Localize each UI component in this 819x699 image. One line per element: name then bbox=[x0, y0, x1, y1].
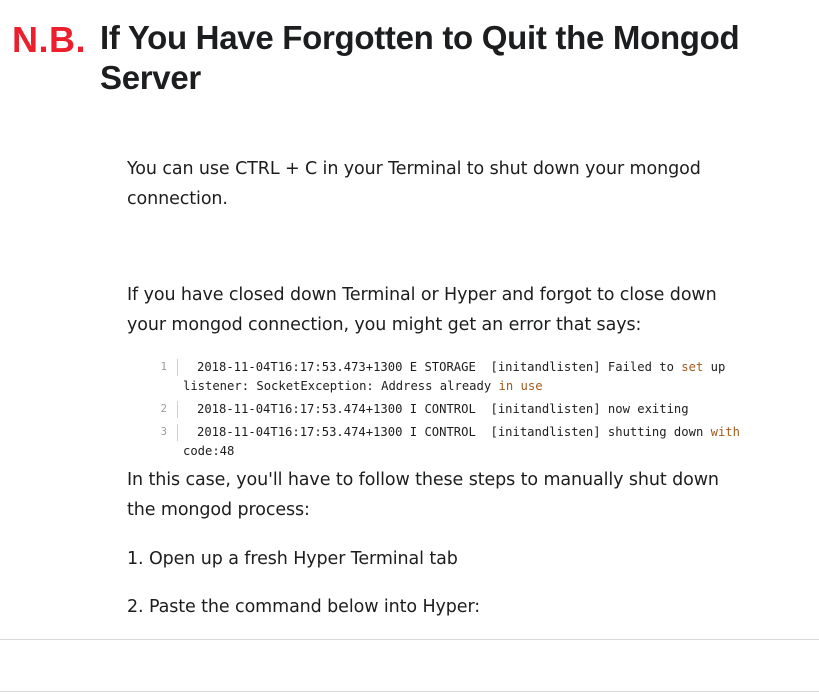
line-gutter-bar bbox=[177, 359, 178, 376]
line-number: 3 bbox=[160, 426, 167, 438]
line-number: 2 bbox=[160, 403, 167, 415]
code-block: 1 2018-11-04T16:17:53.473+1300 E STORAGE… bbox=[155, 358, 745, 465]
code-keyword: with bbox=[710, 425, 740, 439]
code-line: 1 2018-11-04T16:17:53.473+1300 E STORAGE… bbox=[155, 358, 745, 396]
nb-badge: N.B. bbox=[12, 19, 86, 60]
code-line: 2 2018-11-04T16:17:53.474+1300 I CONTROL… bbox=[155, 400, 745, 419]
code-segment: 2018-11-04T16:17:53.473+1300 E STORAGE [… bbox=[197, 360, 682, 374]
paragraph-manual-steps: In this case, you'll have to follow thes… bbox=[127, 470, 719, 520]
line-gutter-bar bbox=[177, 401, 178, 418]
code-keyword: in use bbox=[498, 379, 543, 393]
step-1: 1. Open up a fresh Hyper Terminal tab bbox=[127, 549, 458, 569]
code-line: 3 2018-11-04T16:17:53.474+1300 I CONTROL… bbox=[155, 423, 745, 461]
page-title: If You Have Forgotten to Quit the Mongod… bbox=[100, 19, 740, 96]
code-keyword: set bbox=[681, 360, 704, 374]
paragraph-error-intro: If you have closed down Terminal or Hype… bbox=[127, 285, 717, 335]
step-2: 2. Paste the command below into Hyper: bbox=[127, 597, 481, 617]
code-text: 2018-11-04T16:17:53.474+1300 I CONTROL [… bbox=[183, 400, 745, 419]
line-number: 1 bbox=[160, 361, 167, 373]
section-divider bbox=[0, 639, 819, 640]
paragraph-ctrl-c: You can use CTRL + C in your Terminal to… bbox=[127, 159, 701, 209]
code-segment: 2018-11-04T16:17:53.474+1300 I CONTROL [… bbox=[197, 425, 711, 439]
code-segment: 2018-11-04T16:17:53.474+1300 I CONTROL [… bbox=[197, 402, 689, 416]
line-gutter-bar bbox=[177, 424, 178, 441]
section-divider bbox=[0, 691, 819, 692]
code-text: 2018-11-04T16:17:53.474+1300 I CONTROL [… bbox=[183, 423, 745, 461]
code-text: 2018-11-04T16:17:53.473+1300 E STORAGE [… bbox=[183, 358, 745, 396]
